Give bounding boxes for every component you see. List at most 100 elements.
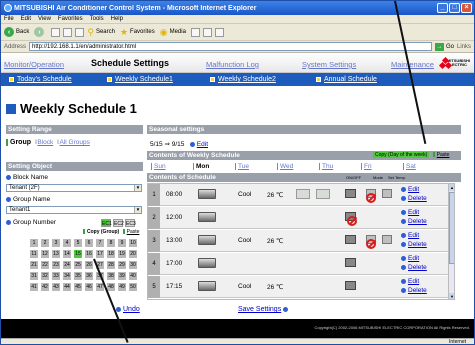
- menu-tools[interactable]: Tools: [90, 16, 104, 22]
- day-tab-thu[interactable]: Thu: [319, 163, 333, 170]
- group-number-cell[interactable]: 24: [63, 261, 71, 269]
- group-number-cell[interactable]: 23: [52, 261, 60, 269]
- subnav-annual-schedule[interactable]: Annual Schedule: [316, 76, 377, 83]
- group-number-cell[interactable]: 36: [85, 272, 93, 280]
- edit-link[interactable]: Edit: [401, 209, 419, 216]
- group-number-cell[interactable]: 50: [129, 283, 137, 291]
- group-number-cell[interactable]: 26: [85, 261, 93, 269]
- edit-link[interactable]: Edit: [401, 255, 419, 262]
- ec2-button[interactable]: EC2: [113, 219, 124, 227]
- group-number-cell[interactable]: 2: [41, 239, 49, 247]
- group-number-cell[interactable]: 43: [52, 283, 60, 291]
- group-number-cell[interactable]: 8: [107, 239, 115, 247]
- group-number-cell[interactable]: 3: [52, 239, 60, 247]
- group-number-cell[interactable]: 41: [30, 283, 38, 291]
- group-number-cell[interactable]: 1: [30, 239, 38, 247]
- group-number-cell[interactable]: 32: [41, 272, 49, 280]
- group-number-cell[interactable]: 30: [129, 261, 137, 269]
- day-tab-wed[interactable]: Wed: [277, 163, 293, 170]
- undo-button[interactable]: Undo: [116, 306, 140, 313]
- group-number-cell[interactable]: 49: [118, 283, 126, 291]
- group-number-cell[interactable]: 44: [63, 283, 71, 291]
- media-button[interactable]: ◉ Media: [160, 27, 186, 38]
- group-number-cell[interactable]: 22: [41, 261, 49, 269]
- range-all-groups[interactable]: All Groups: [60, 139, 90, 146]
- group-number-cell[interactable]: 15: [74, 250, 82, 258]
- copy-day-button[interactable]: Copy (Day of the week): [373, 152, 430, 158]
- nav-schedule-settings[interactable]: Schedule Settings: [91, 58, 169, 68]
- group-number-cell[interactable]: 10: [129, 239, 137, 247]
- paste-group-button[interactable]: Paste: [127, 229, 140, 235]
- maximize-icon[interactable]: □: [449, 3, 460, 13]
- favorites-button[interactable]: ★ Favorites: [120, 27, 155, 38]
- ec1-button[interactable]: EC1: [101, 219, 112, 227]
- group-number-cell[interactable]: 48: [107, 283, 115, 291]
- ec3-button[interactable]: EC3: [125, 219, 136, 227]
- home-icon[interactable]: [75, 27, 85, 37]
- delete-link[interactable]: Delete: [401, 264, 427, 271]
- scroll-down-icon[interactable]: ▼: [449, 293, 454, 299]
- menu-favorites[interactable]: Favorites: [58, 16, 83, 22]
- group-number-cell[interactable]: 12: [41, 250, 49, 258]
- menu-file[interactable]: File: [4, 16, 14, 22]
- delete-link[interactable]: Delete: [401, 287, 427, 294]
- group-number-cell[interactable]: 16: [85, 250, 93, 258]
- paste-day-button[interactable]: Paste: [437, 152, 450, 158]
- day-tab-sat[interactable]: Sat: [403, 163, 416, 170]
- save-settings-button[interactable]: Save Settings: [238, 306, 290, 313]
- subnav-weekly-schedule2[interactable]: Weekly Schedule2: [210, 76, 276, 83]
- group-number-cell[interactable]: 38: [107, 272, 115, 280]
- scroll-thumb[interactable]: [449, 192, 454, 264]
- group-number-cell[interactable]: 21: [30, 261, 38, 269]
- group-number-cell[interactable]: 28: [107, 261, 115, 269]
- group-number-cell[interactable]: 45: [74, 283, 82, 291]
- group-number-cell[interactable]: 14: [63, 250, 71, 258]
- edit-link[interactable]: Edit: [401, 278, 419, 285]
- group-number-cell[interactable]: 19: [118, 250, 126, 258]
- day-tab-tue[interactable]: Tue: [235, 163, 249, 170]
- search-button[interactable]: ⚲ Search: [87, 27, 115, 38]
- close-icon[interactable]: ×: [461, 3, 472, 13]
- forward-button[interactable]: ›: [34, 27, 46, 37]
- group-number-cell[interactable]: 13: [52, 250, 60, 258]
- menu-edit[interactable]: Edit: [21, 16, 31, 22]
- group-number-cell[interactable]: 20: [129, 250, 137, 258]
- group-number-cell[interactable]: 5: [74, 239, 82, 247]
- mail-icon[interactable]: [202, 27, 212, 37]
- menu-view[interactable]: View: [38, 16, 51, 22]
- nav-malfunction-log[interactable]: Malfunction Log: [206, 60, 259, 69]
- back-button[interactable]: ‹ Back: [4, 27, 29, 37]
- seasonal-edit-link[interactable]: Edit: [197, 141, 208, 148]
- address-input[interactable]: http://192.168.1.1/en/administrator.html: [29, 42, 432, 51]
- day-tab-fri[interactable]: Fri: [361, 163, 372, 170]
- group-number-cell[interactable]: 17: [96, 250, 104, 258]
- copy-group-button[interactable]: Copy (Group): [87, 229, 119, 235]
- links-button[interactable]: Links: [457, 44, 471, 50]
- stop-icon[interactable]: [51, 27, 61, 37]
- nav-system-settings[interactable]: System Settings: [302, 60, 356, 69]
- range-group[interactable]: Group: [10, 139, 31, 146]
- group-number-cell[interactable]: 31: [30, 272, 38, 280]
- group-number-cell[interactable]: 9: [118, 239, 126, 247]
- scrollbar[interactable]: ▲ ▼: [448, 184, 454, 299]
- group-number-cell[interactable]: 6: [85, 239, 93, 247]
- group-number-cell[interactable]: 11: [30, 250, 38, 258]
- go-button[interactable]: → Go: [434, 42, 454, 51]
- delete-link[interactable]: Delete: [401, 218, 427, 225]
- group-number-cell[interactable]: 4: [63, 239, 71, 247]
- refresh-icon[interactable]: [63, 27, 73, 37]
- group-number-cell[interactable]: 39: [118, 272, 126, 280]
- minimize-icon[interactable]: _: [437, 3, 448, 13]
- subnav-weekly-schedule1[interactable]: Weekly Schedule1: [107, 76, 173, 83]
- day-tab-sun[interactable]: Sun: [151, 163, 166, 170]
- group-name-select[interactable]: Tenant1 ▼: [6, 206, 142, 214]
- group-number-cell[interactable]: 18: [107, 250, 115, 258]
- menu-help[interactable]: Help: [111, 16, 123, 22]
- group-number-cell[interactable]: 40: [129, 272, 137, 280]
- print-icon[interactable]: [214, 27, 224, 37]
- subnav-todays-schedule[interactable]: Today's Schedule: [9, 76, 72, 83]
- scroll-up-icon[interactable]: ▲: [449, 184, 454, 191]
- range-block[interactable]: Block: [37, 139, 53, 146]
- delete-link[interactable]: Delete: [401, 195, 427, 202]
- block-name-select[interactable]: Tenant (2F) ▼: [6, 184, 142, 192]
